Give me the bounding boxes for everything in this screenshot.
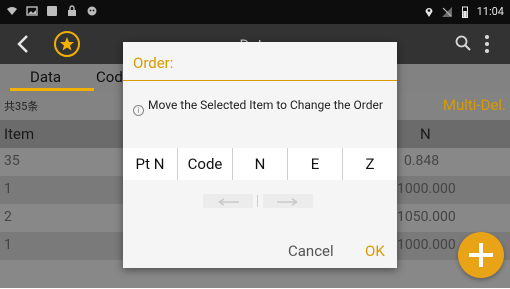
dialog-divider bbox=[123, 80, 397, 81]
status-time: 11:04 bbox=[476, 5, 504, 18]
dialog-info-text: Move the Selected Item to Change the Ord… bbox=[148, 98, 383, 112]
more-options-icon[interactable] bbox=[484, 34, 490, 58]
search-icon[interactable] bbox=[454, 34, 472, 56]
info-icon: i bbox=[133, 105, 144, 116]
row-item: 35 bbox=[4, 153, 20, 169]
row-item: 1 bbox=[4, 181, 12, 197]
row-n: 1000.000 bbox=[397, 237, 456, 253]
signal-off-icon bbox=[441, 6, 453, 18]
wifi-off-icon bbox=[6, 5, 18, 17]
order-item-pt-n[interactable]: Pt N bbox=[123, 148, 178, 180]
multi-delete-button[interactable]: Multi-Del. bbox=[443, 96, 506, 114]
order-item-n[interactable]: N bbox=[233, 148, 288, 180]
order-column-list: Pt N Code N E Z bbox=[123, 148, 397, 180]
cancel-button[interactable]: Cancel bbox=[288, 242, 334, 260]
image-icon bbox=[26, 5, 38, 17]
ok-button[interactable]: OK bbox=[365, 242, 385, 260]
dialog-title: Order: bbox=[133, 54, 174, 72]
column-header-n: N bbox=[420, 125, 431, 143]
row-n: 1000.000 bbox=[397, 181, 456, 197]
order-item-code[interactable]: Code bbox=[178, 148, 233, 180]
order-dialog: Order: i Move the Selected Item to Chang… bbox=[123, 42, 397, 268]
row-item: 1 bbox=[4, 237, 12, 253]
column-header-item: Item bbox=[4, 125, 35, 143]
move-left-button[interactable] bbox=[203, 194, 253, 208]
square-icon bbox=[46, 5, 58, 17]
battery-icon bbox=[459, 6, 471, 18]
move-controls bbox=[203, 194, 313, 208]
tab-data[interactable]: Data bbox=[30, 68, 61, 86]
order-item-e[interactable]: E bbox=[288, 148, 343, 180]
order-item-z[interactable]: Z bbox=[343, 148, 397, 180]
status-bar: 11:04 bbox=[0, 0, 510, 24]
add-fab-button[interactable] bbox=[458, 232, 504, 278]
tab-code[interactable]: Cod bbox=[96, 68, 123, 86]
record-count: 共35条 bbox=[4, 100, 39, 113]
location-icon bbox=[423, 6, 435, 18]
row-n: 1050.000 bbox=[397, 209, 456, 225]
arrow-left-icon bbox=[218, 198, 239, 206]
active-tab-indicator bbox=[10, 88, 94, 91]
arrow-separator bbox=[257, 195, 258, 207]
move-right-button[interactable] bbox=[263, 194, 313, 208]
lock-icon bbox=[66, 5, 78, 17]
plus-icon-vertical bbox=[479, 243, 483, 267]
robot-icon bbox=[86, 5, 98, 17]
row-n: 0.848 bbox=[404, 153, 440, 169]
arrow-right-icon bbox=[277, 198, 298, 206]
row-item: 2 bbox=[4, 209, 12, 225]
